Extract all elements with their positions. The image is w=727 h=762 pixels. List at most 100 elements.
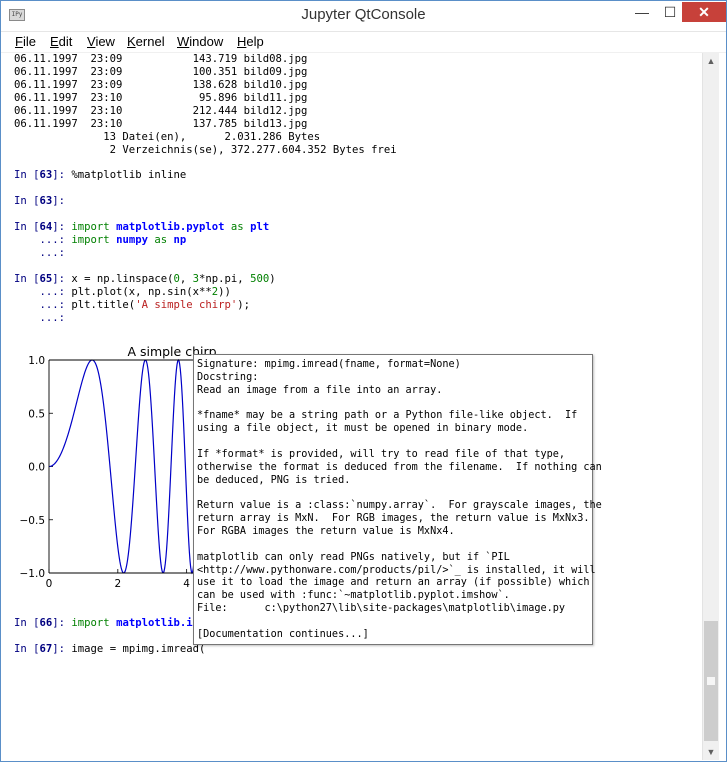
- output-line: 06.11.1997 23:10 212.444 bild12.jpg: [14, 105, 308, 117]
- y-tick-label: 1.0: [28, 355, 45, 367]
- menu-edit-accel: E: [50, 34, 59, 49]
- calltip-line: matplotlib can only read PNGs natively, …: [197, 551, 510, 563]
- calltip-line: For RGBA images the return value is MxNx…: [197, 526, 455, 538]
- code-text: ,: [179, 273, 193, 285]
- continuation-prompt: ...:: [14, 247, 66, 259]
- prompt-end: ]:: [52, 617, 72, 629]
- menu-help[interactable]: Help: [237, 34, 264, 49]
- calltip-line: Read an image from a file into an array.: [197, 384, 443, 396]
- x-axis: 0 2 4: [46, 569, 190, 590]
- close-button[interactable]: ✕: [682, 2, 726, 22]
- app-icon[interactable]: IPy: [9, 9, 25, 21]
- y-tick-label: −1.0: [20, 568, 46, 580]
- code-text: )): [218, 286, 231, 298]
- title-bar[interactable]: IPy Jupyter QtConsole — ☐ ✕: [1, 1, 726, 32]
- input-cell-64[interactable]: In [64]: import matplotlib.pyplot as plt: [14, 221, 269, 234]
- code-text: %matplotlib inline: [71, 169, 187, 181]
- prompt-end: ]:: [52, 195, 72, 207]
- menu-view[interactable]: View: [87, 34, 115, 49]
- continuation-line[interactable]: ...: plt.title('A simple chirp');: [14, 299, 251, 312]
- keyword: import: [71, 234, 110, 246]
- x-tick-label: 4: [183, 578, 190, 590]
- calltip-line: can be used with :func:`~matplotlib.pypl…: [197, 590, 510, 602]
- calltip-line: return array is MxN. For RGB images, the…: [197, 513, 590, 525]
- calltip-line: otherwise the format is deduced from the…: [197, 461, 602, 473]
- continuation-prompt: ...:: [14, 299, 72, 311]
- scroll-up-arrow[interactable]: ▲: [703, 53, 719, 69]
- menu-window-label: indow: [189, 34, 224, 49]
- code-text: plt.title(: [71, 299, 136, 311]
- scrollbar-thumb[interactable]: [704, 621, 718, 741]
- calltip-line: File: c:\python27\lib\site-packages\matp…: [197, 603, 566, 615]
- prompt-in: In [: [14, 169, 40, 181]
- output-line: 06.11.1997 23:10 95.896 bild11.jpg: [14, 92, 308, 104]
- calltip-line: [Documentation continues...]: [197, 628, 369, 640]
- scrollbar-grip: [707, 677, 715, 685]
- code-text: );: [237, 299, 251, 311]
- menu-window[interactable]: Window: [177, 34, 223, 49]
- output-line: 06.11.1997 23:10 137.785 bild13.jpg: [14, 118, 308, 130]
- menu-kernel[interactable]: Kernel: [127, 34, 165, 49]
- prompt-end: ]:: [52, 273, 72, 285]
- input-cell-63-empty[interactable]: In [63]:: [14, 195, 71, 208]
- window-title: Jupyter QtConsole: [301, 6, 426, 23]
- prompt-number: 67: [39, 643, 53, 655]
- y-tick-label: −0.5: [20, 515, 46, 527]
- vertical-scrollbar[interactable]: ▲ ▼: [702, 53, 719, 760]
- output-line: 2 Verzeichnis(se), 372.277.604.352 Bytes…: [14, 144, 397, 156]
- calltip-line: If *format* is provided, will try to rea…: [197, 448, 566, 460]
- menu-help-accel: H: [237, 34, 247, 49]
- continuation-line[interactable]: ...:: [14, 247, 66, 260]
- number-literal: 500: [250, 273, 270, 285]
- calltip-line: use it to load the image and return an a…: [197, 577, 590, 589]
- input-cell-67-current[interactable]: In [67]: image = mpimg.imread(: [14, 643, 205, 656]
- continuation-prompt: ...:: [14, 234, 72, 246]
- calltip-line: *fname* may be a string path or a Python…: [197, 410, 578, 422]
- output-line: 06.11.1997 23:09 138.628 bild10.jpg: [14, 79, 308, 91]
- y-axis: 1.0 0.5 0.0 −0.5 −1.0: [20, 355, 53, 580]
- code-text: image = mpimg.imread(: [71, 643, 206, 655]
- module-name: matplotlib.pyplot: [116, 221, 225, 233]
- prompt-in: In [: [14, 617, 40, 629]
- y-tick-label: 0.0: [28, 462, 45, 474]
- menu-edit[interactable]: Edit: [50, 34, 72, 49]
- menu-kernel-accel: K: [127, 34, 136, 49]
- menu-bar: File Edit View Kernel Window Help: [1, 32, 726, 53]
- continuation-line[interactable]: ...:: [14, 312, 66, 325]
- x-tick-label: 2: [114, 578, 121, 590]
- input-cell-66[interactable]: In [66]: import matplotlib.ima: [14, 617, 205, 630]
- prompt-end: ]:: [52, 643, 72, 655]
- alias-name: plt: [250, 221, 270, 233]
- calltip-line: Return value is a :class:`numpy.array`. …: [197, 500, 602, 512]
- output-line: 06.11.1997 23:09 143.719 bild08.jpg: [14, 53, 308, 65]
- minimize-button[interactable]: —: [628, 2, 656, 22]
- keyword: as: [154, 234, 168, 246]
- keyword: import: [71, 221, 110, 233]
- menu-help-label: elp: [246, 34, 264, 49]
- scroll-down-arrow[interactable]: ▼: [703, 744, 719, 760]
- calltip-line: Signature: mpimg.imread(fname, format=No…: [197, 359, 461, 370]
- continuation-line[interactable]: ...: plt.plot(x, np.sin(x**2)): [14, 286, 231, 299]
- prompt-number: 63: [39, 195, 53, 207]
- string-literal: 'A simple chirp': [135, 299, 238, 311]
- x-tick-label: 0: [46, 578, 53, 590]
- calltip-popup[interactable]: Signature: mpimg.imread(fname, format=No…: [193, 354, 602, 645]
- menu-file-label: ile: [22, 34, 36, 49]
- input-cell-65[interactable]: In [65]: x = np.linspace(0, 3*np.pi, 500…: [14, 273, 276, 286]
- maximize-button[interactable]: ☐: [656, 2, 684, 22]
- code-text: ): [269, 273, 276, 285]
- calltip-line: be deduced, PNG is tried.: [197, 474, 351, 486]
- prompt-number: 66: [39, 617, 53, 629]
- input-cell-63[interactable]: In [63]: %matplotlib inline: [14, 169, 186, 182]
- prompt-number: 64: [39, 221, 53, 233]
- module-name: numpy: [116, 234, 148, 246]
- menu-view-label: iew: [95, 34, 115, 49]
- continuation-line[interactable]: ...: import numpy as np: [14, 234, 187, 247]
- prompt-number: 63: [39, 169, 53, 181]
- module-name: matplotlib.ima: [116, 617, 206, 629]
- alias-name: np: [173, 234, 187, 246]
- menu-file[interactable]: File: [15, 34, 36, 49]
- prompt-number: 65: [39, 273, 53, 285]
- app-window: IPy Jupyter QtConsole — ☐ ✕ File Edit Vi…: [0, 0, 727, 762]
- output-line: 06.11.1997 23:09 100.351 bild09.jpg: [14, 66, 308, 78]
